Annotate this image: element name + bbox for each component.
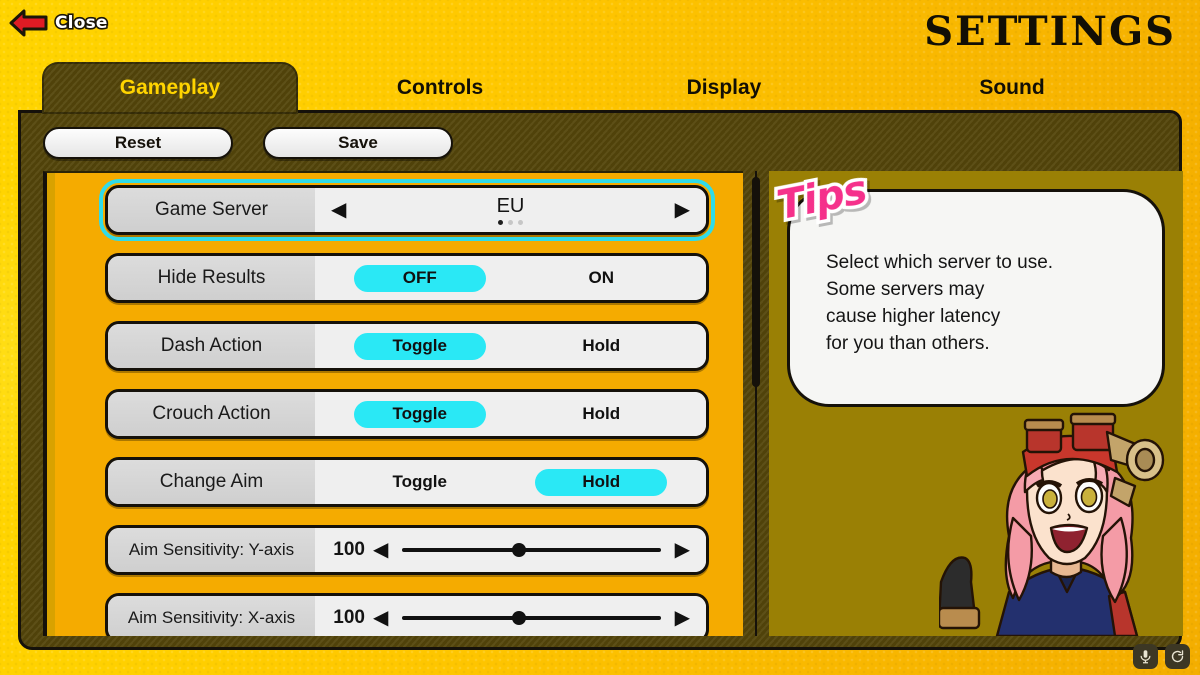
reset-button[interactable]: Reset [43, 127, 233, 159]
stepper-value-group: EU [346, 194, 674, 225]
tab-sound[interactable]: Sound [884, 62, 1140, 114]
option-label: Hide Results [108, 256, 315, 300]
tips-box: Select which server to use. Some servers… [787, 189, 1165, 407]
tips-panel: Select which server to use. Some servers… [769, 171, 1183, 636]
character-illustration [939, 412, 1165, 636]
page-dot-3 [518, 219, 523, 225]
option-value: Toggle Hold [315, 324, 706, 368]
microphone-icon [1140, 650, 1151, 664]
slider-decrease-icon[interactable]: ◀ [373, 540, 388, 560]
save-label: Save [338, 133, 378, 152]
stepper-control: ◀ EU ▶ [315, 194, 706, 225]
option-row-aim-sensitivity-y[interactable]: Aim Sensitivity: Y-axis 100 ◀ ▶ [105, 525, 709, 575]
tab-gameplay-label: Gameplay [119, 76, 221, 99]
choice-group: Toggle Hold [315, 468, 706, 496]
option-label: Change Aim [108, 460, 315, 504]
tab-controls[interactable]: Controls [312, 62, 568, 114]
option-row-game-server[interactable]: Game Server ◀ EU ▶ [99, 179, 715, 241]
tab-display[interactable]: Display [596, 62, 852, 114]
option-row-aim-sensitivity-x[interactable]: Aim Sensitivity: X-axis 100 ◀ ▶ [105, 593, 709, 636]
option-value: ◀ EU ▶ [315, 188, 706, 232]
choice-on[interactable]: ON [535, 265, 667, 292]
tab-gameplay[interactable]: Gameplay [42, 62, 298, 114]
option-label: Crouch Action [108, 392, 315, 436]
choice-toggle[interactable]: Toggle [353, 332, 486, 360]
stepper-prev-icon[interactable]: ◀ [331, 200, 346, 220]
save-button[interactable]: Save [263, 127, 453, 159]
slider-control: 100 ◀ ▶ [315, 607, 706, 629]
option-value: OFF ON [315, 256, 706, 300]
options-scroll-area[interactable]: Game Server ◀ EU ▶ Hide Results OFF ON D… [47, 173, 743, 636]
choice-group: OFF ON [315, 264, 706, 292]
refresh-button[interactable] [1165, 644, 1190, 669]
slider-value: 100 [333, 607, 365, 628]
choice-toggle[interactable]: Toggle [354, 469, 486, 496]
settings-screen: Close SETTINGS Gameplay Controls Display… [0, 0, 1200, 675]
option-row-crouch-action[interactable]: Crouch Action Toggle Hold [105, 389, 709, 439]
stepper-next-icon[interactable]: ▶ [675, 200, 690, 220]
slider-increase-icon[interactable]: ▶ [675, 608, 690, 628]
close-button[interactable]: Close [8, 8, 109, 38]
options-list: Game Server ◀ EU ▶ Hide Results OFF ON D… [43, 171, 743, 636]
stepper-value: EU [496, 194, 525, 217]
settings-panel: Reset Save Game Server ◀ EU ▶ Hide Resul… [18, 110, 1183, 650]
slider-knob[interactable] [511, 611, 526, 625]
slider-control: 100 ◀ ▶ [315, 539, 706, 561]
action-button-row: Reset Save [43, 127, 453, 159]
system-icon-bar [1133, 644, 1190, 669]
tips-text: Select which server to use. Some servers… [826, 252, 1054, 354]
option-value: 100 ◀ ▶ [315, 528, 706, 572]
scrollbar-thumb[interactable] [752, 177, 760, 387]
tab-controls-label: Controls [396, 76, 484, 99]
slider-line [402, 548, 661, 552]
microphone-button[interactable] [1133, 644, 1158, 669]
tab-display-label: Display [686, 76, 762, 99]
choice-hold[interactable]: Hold [535, 333, 667, 360]
option-label: Dash Action [108, 324, 315, 368]
choice-off[interactable]: OFF [353, 264, 486, 292]
slider-decrease-icon[interactable]: ◀ [373, 608, 388, 628]
choice-hold[interactable]: Hold [535, 468, 668, 496]
slider-increase-icon[interactable]: ▶ [675, 540, 690, 560]
slider-knob[interactable] [511, 543, 526, 557]
choice-group: Toggle Hold [315, 400, 706, 428]
option-value: Toggle Hold [315, 460, 706, 504]
slider-track[interactable] [402, 543, 661, 557]
choice-hold[interactable]: Hold [535, 401, 667, 428]
option-row-hide-results[interactable]: Hide Results OFF ON [105, 253, 709, 303]
option-label: Aim Sensitivity: Y-axis [108, 528, 315, 572]
scrollbar[interactable] [749, 171, 763, 636]
page-dot-2 [508, 219, 513, 225]
option-value: 100 ◀ ▶ [315, 596, 706, 636]
slider-line [402, 616, 661, 620]
page-title: SETTINGS [924, 8, 1176, 55]
tab-sound-label: Sound [979, 76, 1045, 99]
tab-bar: Gameplay Controls Display Sound [0, 62, 1200, 114]
choice-toggle[interactable]: Toggle [353, 400, 486, 428]
option-value: Toggle Hold [315, 392, 706, 436]
slider-track[interactable] [402, 611, 661, 625]
option-row-change-aim[interactable]: Change Aim Toggle Hold [105, 457, 709, 507]
slider-value: 100 [333, 539, 365, 560]
choice-group: Toggle Hold [315, 332, 706, 360]
page-dot-1 [498, 219, 503, 225]
refresh-icon [1171, 650, 1184, 663]
option-label: Aim Sensitivity: X-axis [108, 596, 315, 636]
page-dots [498, 219, 523, 225]
option-label: Game Server [108, 188, 315, 232]
back-arrow-icon [9, 9, 48, 37]
reset-label: Reset [114, 133, 162, 152]
close-label: Close [53, 11, 109, 34]
option-row-dash-action[interactable]: Dash Action Toggle Hold [105, 321, 709, 371]
